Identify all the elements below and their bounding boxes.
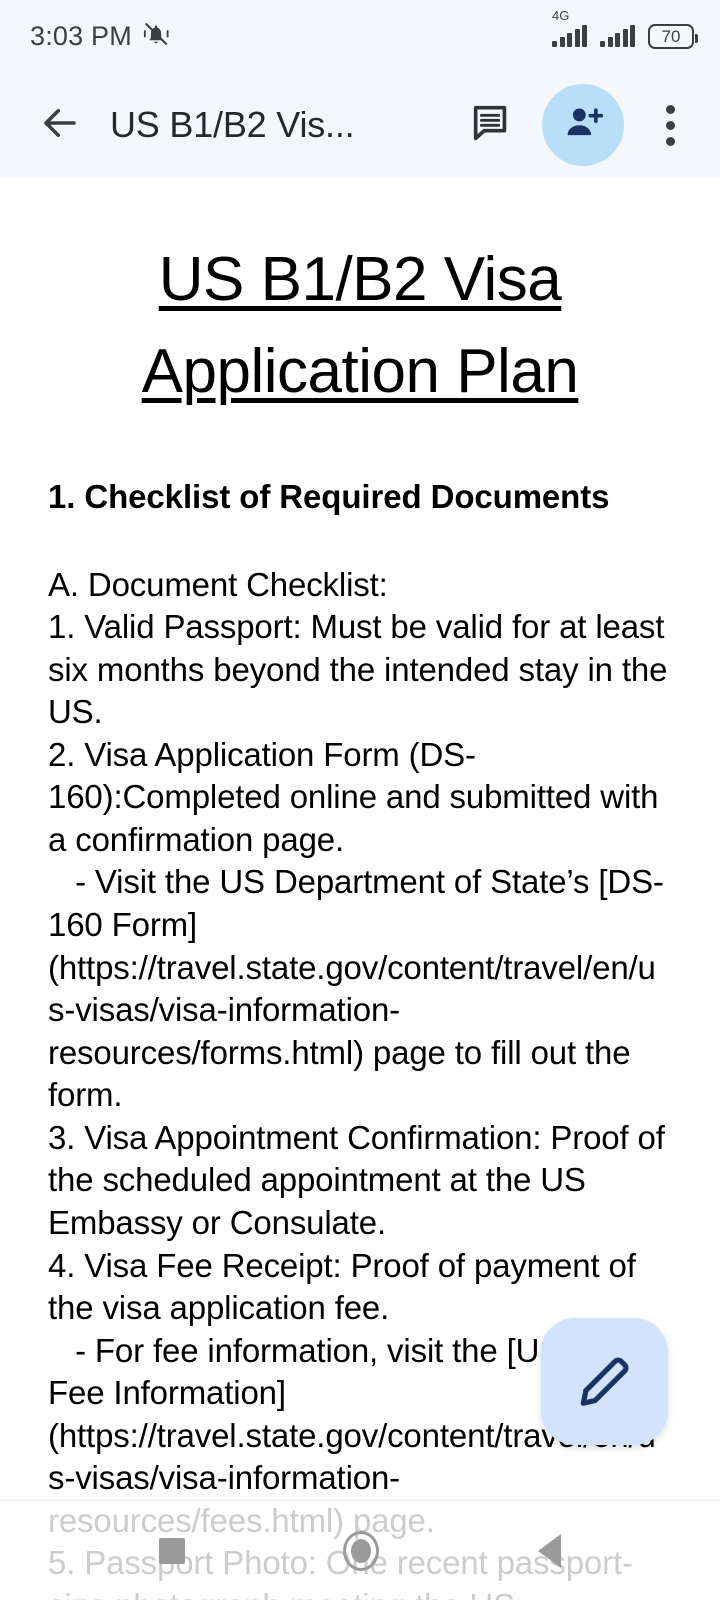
status-bar: 3:03 PM 4G 70 (0, 0, 720, 72)
edit-pencil-icon (574, 1348, 636, 1415)
signal-bars-icon: 4G (552, 9, 587, 47)
share-button[interactable] (542, 84, 624, 166)
back-button[interactable] (32, 97, 88, 153)
more-vertical-icon (665, 104, 675, 114)
comment-button[interactable] (462, 96, 520, 154)
app-bar: US B1/B2 Vis... (0, 72, 720, 178)
battery-icon: 70 (648, 23, 698, 49)
overflow-menu-button[interactable] (644, 96, 696, 154)
system-navigation-bar (0, 1500, 720, 1600)
document-heading: US B1/B2 Visa Application Plan (141, 245, 579, 406)
person-add-icon (561, 101, 605, 150)
back-triangle-icon[interactable] (537, 1533, 561, 1568)
more-vertical-icon-dot3 (665, 136, 675, 146)
recents-square-icon[interactable] (159, 1537, 186, 1564)
signal-bars-icon-2 (600, 25, 635, 47)
back-arrow-icon (39, 102, 81, 149)
document-title[interactable]: US B1/B2 Vis... (110, 104, 462, 146)
status-time: 3:03 PM (30, 20, 132, 51)
battery-level-label: 70 (661, 26, 681, 46)
home-circle-icon[interactable] (343, 1530, 380, 1571)
status-bar-left: 3:03 PM (30, 19, 171, 54)
comment-icon (468, 100, 514, 151)
edit-fab-button[interactable] (541, 1318, 668, 1445)
phone-screen: 3:03 PM 4G 70 US B1/B2 Vis... US B1/B2 V… (0, 0, 720, 1600)
section-heading: 1. Checklist of Required Documents (48, 477, 610, 515)
bell-muted-icon (141, 19, 171, 54)
network-type-label: 4G (552, 8, 570, 23)
status-bar-right: 4G 70 (552, 9, 698, 49)
more-vertical-icon-dot2 (665, 120, 675, 130)
